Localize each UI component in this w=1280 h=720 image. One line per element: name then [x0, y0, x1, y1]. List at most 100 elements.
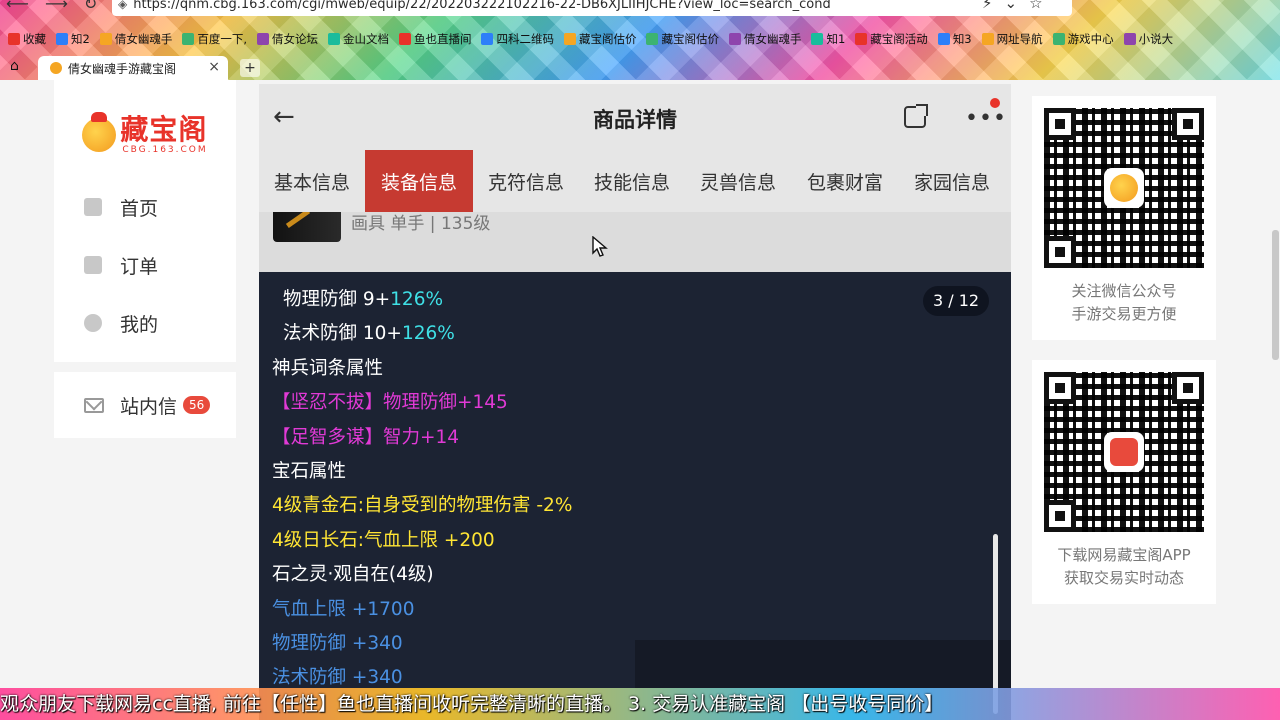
attribute-text: 宝石属性 [272, 461, 347, 482]
sidebar-item-orders[interactable]: 订单 [54, 236, 236, 294]
tab-7[interactable]: 家园信息 [899, 150, 1005, 212]
lightning-icon[interactable]: ⚡ [982, 0, 993, 12]
browser-tab[interactable]: 倩女幽魂手游藏宝阁 × [38, 56, 228, 80]
user-icon [84, 314, 102, 332]
attribute-text: 4级日长石:气血上限 +200 [272, 529, 495, 551]
attribute-text: 物理防御 +340 [272, 633, 403, 654]
bookmark-favicon-icon [182, 33, 195, 45]
attribute-line: 宝石属性 [272, 460, 346, 484]
attribute-line: 法术防御 +340 [272, 666, 403, 690]
attribute-line: 4级日长石:气血上限 +200 [272, 529, 495, 553]
bookmark-favicon-icon [646, 33, 659, 45]
bookmark-favicon-icon [811, 33, 824, 45]
bookmark-favicon-icon [855, 33, 868, 45]
url-text[interactable]: https://qnm.cbg.163.com/cgi/mweb/equip/2… [133, 0, 830, 12]
bookmark-item[interactable]: 知1 [811, 31, 845, 47]
scrollbar[interactable] [993, 534, 998, 714]
site-favicon-icon [50, 62, 62, 74]
bookmark-item[interactable]: 倩女幽魂手 [99, 31, 173, 47]
bookmark-item[interactable]: 四科二维码 [481, 31, 554, 47]
qr-card-wechat: 关注微信公众号 手游交易更方便 [1032, 96, 1216, 340]
item-thumbnail[interactable] [273, 212, 341, 242]
attribute-text: 4级青金石:自身受到的物理伤害 -2% [272, 495, 573, 517]
close-icon[interactable]: × [208, 59, 220, 75]
tab-4[interactable]: 技能信息 [579, 150, 685, 212]
mouse-cursor-icon [592, 236, 608, 257]
logo-title: 藏宝阁 [120, 113, 208, 146]
bookmarks-bar: 收藏 知2 倩女幽魂手 百度一下, 倩女论坛 金山文档 鱼也直播间 四科二维码 藏宝阁估价 藏宝阁… [0, 28, 1280, 50]
bookmark-item[interactable]: 藏宝阁活动 [855, 31, 928, 47]
bookmark-item[interactable]: 知2 [56, 31, 90, 47]
tab-strip: ⌂ 倩女幽魂手游藏宝阁 × + [0, 56, 1280, 80]
share-icon[interactable] [904, 104, 928, 128]
new-tab-button[interactable]: + [240, 59, 260, 77]
attribute-line: 法术防御 10+126% [283, 322, 455, 346]
bookmark-label: 小说大 [1138, 32, 1174, 46]
bookmark-label: 网址导航 [996, 32, 1043, 46]
bookmark-item[interactable]: 金山文档 [327, 31, 389, 47]
qr-caption-line1: 关注微信公众号 [1071, 282, 1177, 300]
bookmark-item[interactable]: 游戏中心 [1052, 31, 1114, 47]
bookmark-favicon-icon [8, 33, 20, 45]
page: 藏宝阁 CBG.163.COM 首页 订单 我的 站内信 56 ← 商品详情 •… [0, 80, 1280, 720]
logo[interactable]: 藏宝阁 CBG.163.COM [82, 112, 208, 155]
sidebar-item-home[interactable]: 首页 [54, 178, 236, 236]
treasure-bag-icon [82, 112, 117, 152]
browser-nav: ⟵ ⟶ ↻ [6, 0, 97, 13]
bookmark-item[interactable]: 小说大 [1123, 31, 1174, 47]
bookmark-item[interactable]: 网址导航 [981, 31, 1043, 47]
refresh-icon[interactable]: ↻ [84, 0, 97, 13]
bookmark-favicon-icon [99, 33, 112, 45]
attribute-text: 物理防御 9+ [283, 289, 391, 310]
more-icon[interactable]: ••• [965, 106, 1007, 131]
bookmark-item[interactable]: 倩女幽魂手 [728, 31, 801, 47]
star-icon[interactable]: ☆ [1029, 0, 1042, 12]
detail-header: ← 商品详情 ••• [259, 84, 1011, 150]
bookmark-label: 知2 [71, 32, 90, 46]
home-icon[interactable]: ⌂ [10, 58, 19, 74]
bookmark-label: 倩女幽魂手 [114, 32, 173, 46]
qr-code [1044, 372, 1204, 532]
bookmark-favicon-icon [56, 33, 68, 45]
bookmark-item[interactable]: 藏宝阁估价 [646, 31, 719, 47]
bookmark-favicon-icon [481, 33, 494, 45]
equipment-attributes: 3 / 12 物理防御 9+126% 法术防御 10+126% 神兵词条属性 【坚忍不… [259, 272, 1011, 720]
bookmark-item[interactable]: 百度一下, [182, 31, 247, 47]
bookmark-favicon-icon [563, 33, 576, 45]
attribute-line: 神兵词条属性 [272, 357, 383, 381]
sidebar-item-messages[interactable]: 站内信 56 [54, 372, 236, 438]
bookmark-item[interactable]: 藏宝阁估价 [563, 31, 636, 47]
attribute-line: 物理防御 +340 [272, 632, 403, 656]
attribute-line: 气血上限 +1700 [272, 598, 414, 622]
bookmark-item[interactable]: 鱼也直播间 [398, 31, 471, 47]
address-bar[interactable]: ◈ https://qnm.cbg.163.com/cgi/mweb/equip… [112, 0, 1072, 16]
qr-code [1044, 108, 1204, 268]
sidebar-item-profile[interactable]: 我的 [54, 294, 236, 352]
item-description: 画具 单手 | 135级 [351, 214, 491, 234]
chevron-down-icon[interactable]: ⌄ [1005, 0, 1018, 12]
mail-icon [84, 397, 104, 413]
tab-3[interactable]: 克符信息 [473, 150, 579, 212]
qr-card-app: 下载网易藏宝阁APP 获取交易实时动态 [1032, 360, 1216, 604]
forward-icon[interactable]: ⟶ [45, 0, 68, 13]
bookmark-label: 知1 [826, 32, 846, 46]
back-icon[interactable]: ⟵ [6, 0, 29, 13]
attribute-text: 石之灵·观自在(4级) [272, 564, 434, 586]
bookmark-item[interactable]: 倩女论坛 [256, 31, 318, 47]
attribute-text: 126% [390, 289, 444, 310]
sidebar: 藏宝阁 CBG.163.COM 首页 订单 我的 站内信 56 [54, 80, 236, 438]
browser-right-icons: ⚡ ⌄ ☆ [982, 0, 1043, 12]
attribute-text: 【足智多谋】智力+14 [272, 426, 460, 448]
logo-area[interactable]: 藏宝阁 CBG.163.COM [54, 80, 236, 170]
bookmark-label: 藏宝阁估价 [661, 32, 719, 46]
detail-tabs: 基本信息 装备信息 克符信息 技能信息 灵兽信息 包裹财富 家园信息 [259, 150, 1011, 212]
bookmark-item[interactable]: 收藏 [8, 31, 46, 47]
tab-2[interactable]: 装备信息 [365, 150, 473, 212]
page-scrollbar[interactable] [1272, 230, 1279, 360]
tab-6[interactable]: 包裹财富 [791, 150, 899, 212]
bookmark-item[interactable]: 知3 [937, 31, 972, 47]
attribute-line: 4级青金石:自身受到的物理伤害 -2% [272, 494, 572, 518]
tab-5[interactable]: 灵兽信息 [685, 150, 791, 212]
tab-1[interactable]: 基本信息 [259, 150, 365, 212]
equipment-item-row[interactable]: 画具 单手 | 135级 [259, 212, 1011, 272]
